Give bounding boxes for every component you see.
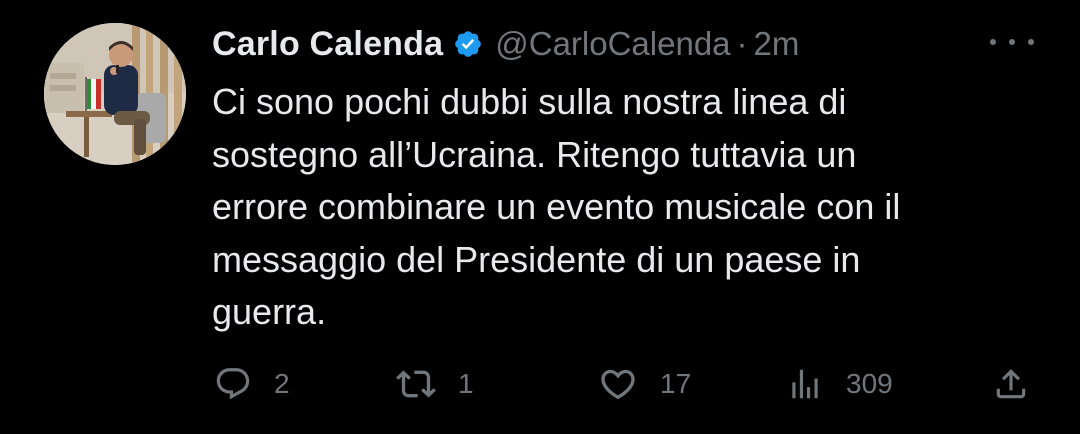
share-button[interactable] [992,356,1030,412]
avatar-photo [44,23,186,165]
like-count: 17 [660,368,692,399]
author-name[interactable]: Carlo Calenda [212,25,443,64]
tweet-text: Ci sono pochi dubbi sulla nostra linea d… [212,81,901,332]
verified-badge-icon [453,29,483,59]
bar-chart-icon [792,369,818,399]
like-button[interactable]: 17 [598,356,691,412]
tweet-actions: 2 1 17 309 [0,356,1080,412]
views-count: 309 [846,368,893,399]
tweet-timestamp[interactable]: 2m [754,25,800,63]
retweet-button[interactable]: 1 [396,356,474,412]
views-button[interactable]: 309 [786,356,893,412]
header-separator: · [736,25,748,62]
dot-1 [990,39,996,45]
reply-button[interactable]: 2 [214,356,290,412]
dot-3 [1028,39,1034,45]
heart-icon [601,369,635,400]
share-upload-icon [996,369,1026,399]
tweet-header: Carlo Calenda @CarloCalenda · 2m [212,20,799,68]
retweet-arrows-icon [396,370,436,398]
avatar[interactable] [44,23,186,165]
more-options-icon[interactable] [990,28,1034,56]
retweet-count: 1 [458,368,474,399]
dot-2 [1009,39,1015,45]
speech-bubble-icon [216,368,250,400]
tweet-card[interactable]: Carlo Calenda @CarloCalenda · 2m Ci sono… [0,0,1080,434]
author-handle[interactable]: @CarloCalenda [495,25,730,63]
reply-count: 2 [274,368,290,399]
